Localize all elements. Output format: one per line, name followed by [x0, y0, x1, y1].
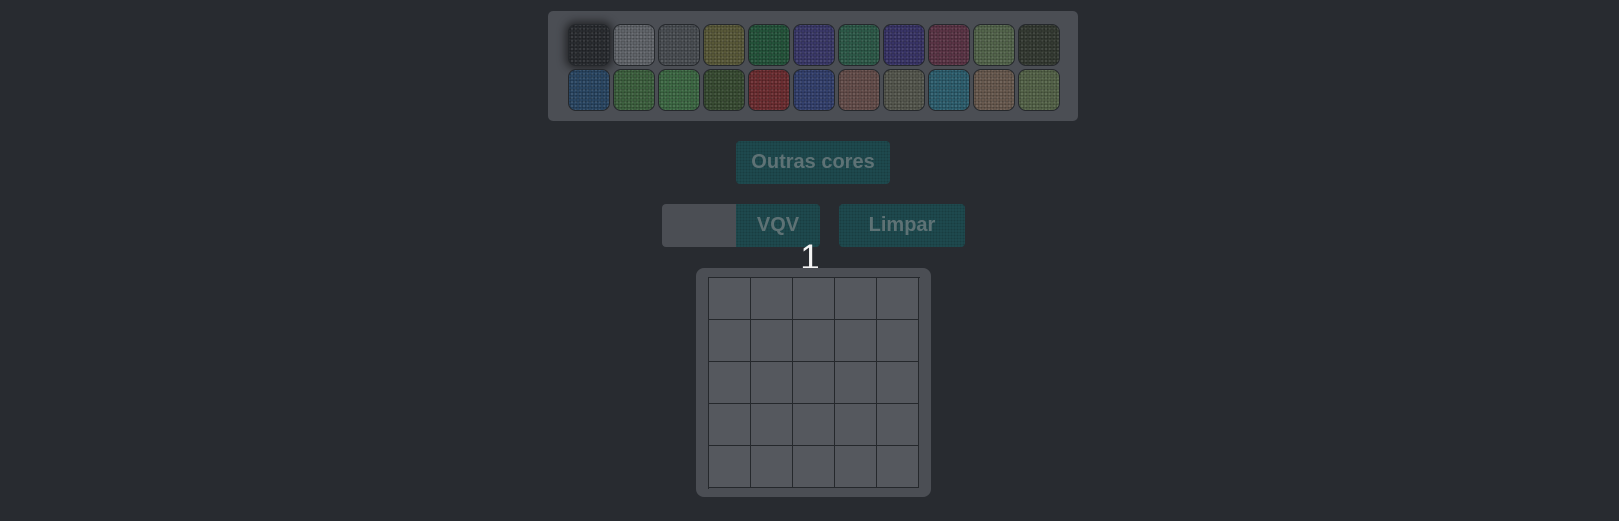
board-cell[interactable]	[709, 446, 751, 488]
swatch-tan[interactable]	[973, 69, 1015, 111]
board-cell[interactable]	[709, 320, 751, 362]
swatch-moss[interactable]	[1018, 69, 1060, 111]
board-cell[interactable]	[793, 446, 835, 488]
board-cell[interactable]	[835, 404, 877, 446]
swatch-teal-green[interactable]	[838, 24, 880, 66]
board-cell[interactable]	[709, 362, 751, 404]
board-cell[interactable]	[877, 446, 919, 488]
board-cell[interactable]	[877, 362, 919, 404]
app-stage: Outras cores VQV Limpar 1	[0, 0, 1619, 521]
swatch-brown[interactable]	[838, 69, 880, 111]
board-cell[interactable]	[709, 278, 751, 320]
swatch-purple[interactable]	[793, 24, 835, 66]
swatch-gray[interactable]	[658, 24, 700, 66]
swatch-leaf[interactable]	[658, 69, 700, 111]
board-cell[interactable]	[793, 404, 835, 446]
swatch-cyan[interactable]	[928, 69, 970, 111]
board-cell[interactable]	[751, 362, 793, 404]
palette-row	[568, 69, 1078, 111]
board-cell[interactable]	[793, 320, 835, 362]
swatch-dark-green[interactable]	[703, 69, 745, 111]
board-cell[interactable]	[793, 278, 835, 320]
swatch-sage[interactable]	[973, 24, 1015, 66]
board-cell[interactable]	[751, 320, 793, 362]
board-cell[interactable]	[835, 362, 877, 404]
board-cell[interactable]	[835, 446, 877, 488]
board-cell[interactable]	[751, 278, 793, 320]
swatch-olive[interactable]	[703, 24, 745, 66]
swatch-light-gray[interactable]	[613, 24, 655, 66]
board-cell[interactable]	[751, 446, 793, 488]
board-grid	[708, 277, 920, 489]
board-cell[interactable]	[709, 404, 751, 446]
drawing-board	[696, 268, 931, 497]
board-cell[interactable]	[877, 278, 919, 320]
vqv-switch[interactable]	[662, 204, 736, 247]
swatch-red[interactable]	[748, 69, 790, 111]
swatch-ash[interactable]	[883, 69, 925, 111]
color-palette	[548, 11, 1078, 121]
swatch-forest[interactable]	[613, 69, 655, 111]
swatch-indigo[interactable]	[883, 24, 925, 66]
swatch-black[interactable]	[568, 24, 610, 66]
board-cell[interactable]	[793, 362, 835, 404]
palette-row	[568, 24, 1078, 66]
other-colors-button[interactable]: Outras cores	[736, 141, 890, 184]
board-cell[interactable]	[835, 278, 877, 320]
board-cell[interactable]	[751, 404, 793, 446]
board-cell[interactable]	[877, 404, 919, 446]
swatch-green[interactable]	[748, 24, 790, 66]
swatch-navy[interactable]	[793, 69, 835, 111]
swatch-dark-moss[interactable]	[1018, 24, 1060, 66]
board-cell[interactable]	[835, 320, 877, 362]
swatch-plum[interactable]	[928, 24, 970, 66]
swatch-steel-blue[interactable]	[568, 69, 610, 111]
board-cell[interactable]	[877, 320, 919, 362]
